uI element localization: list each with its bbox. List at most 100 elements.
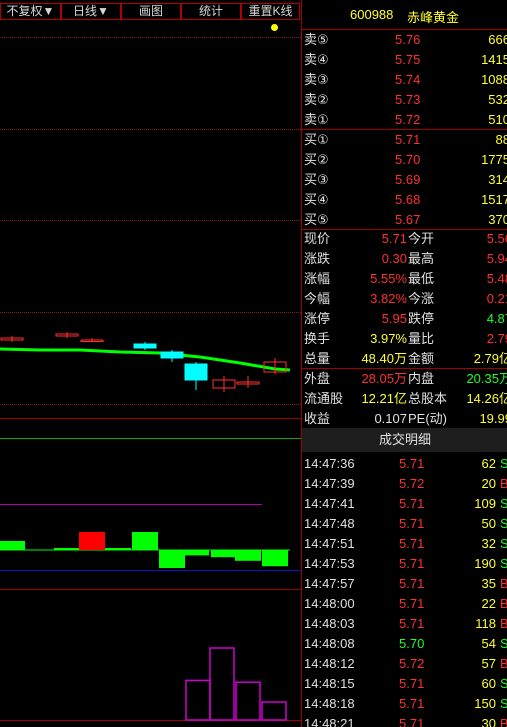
trade-row[interactable]: 14:48:03 5.71 118 B [302, 614, 507, 634]
stock-name: 赤峰黄金 [407, 10, 460, 25]
stat-value: 19.99 [479, 411, 507, 426]
order-label: 卖③ [304, 72, 329, 87]
trade-row[interactable]: 14:48:21 5.71 30 B [302, 714, 507, 727]
stat-label: 收益 [304, 411, 331, 426]
order-label: 买① [304, 132, 329, 147]
trade-volume: 22 [481, 596, 496, 611]
order-label: 卖② [304, 92, 329, 107]
trade-side: B [500, 474, 507, 494]
trade-row[interactable]: 14:47:53 5.71 190 S [302, 554, 507, 574]
trade-row[interactable]: 14:47:36 5.71 62 S [302, 454, 507, 474]
stock-code: 600988 [350, 7, 394, 22]
sell-level: 卖③ 5.74 1088 [302, 70, 507, 90]
trade-side: S [500, 534, 507, 554]
stat-row: 流通股 12.21亿总股本 14.26亿 [302, 389, 507, 409]
order-price: 5.68 [395, 192, 421, 207]
trade-volume: 60 [481, 676, 496, 691]
order-label: 卖⑤ [304, 32, 329, 47]
buy-level: 买⑤ 5.67 370 [302, 210, 507, 230]
sell-level: 卖① 5.72 510 [302, 110, 507, 130]
stat-label: 最高 [408, 251, 435, 266]
stat-value: 2.79 [486, 331, 507, 346]
trade-row[interactable]: 14:47:39 5.72 20 B [302, 474, 507, 494]
buy-level: 买④ 5.68 1517 [302, 190, 507, 210]
trade-volume: 57 [481, 656, 496, 671]
stat-value: 3.97% [370, 331, 407, 346]
stat-value: 3.82% [370, 291, 407, 306]
trades-title[interactable]: 成交明细 [302, 428, 507, 452]
order-volume: 1775 [481, 152, 507, 167]
sell-level: 卖⑤ 5.76 666 [302, 30, 507, 50]
candle-body [184, 363, 208, 381]
order-price: 5.70 [395, 152, 421, 167]
divider [302, 368, 507, 369]
trade-side: S [500, 514, 507, 534]
stat-value: 0.21 [486, 291, 507, 306]
trade-side: B [500, 594, 507, 614]
stat-label: 换手 [304, 331, 331, 346]
stat-value: 5.71 [381, 231, 407, 246]
trade-row[interactable]: 14:47:57 5.71 35 B [302, 574, 507, 594]
kline-chart-panel[interactable]: 不复权▼ 日线▼ 画图 统计 重置K线 [0, 0, 301, 727]
macd-bar [183, 550, 209, 556]
trade-time: 14:48:15 [304, 676, 355, 691]
trade-time: 14:47:51 [304, 536, 355, 551]
order-price: 5.69 [395, 172, 421, 187]
trade-time: 14:47:53 [304, 556, 355, 571]
volume-bar [185, 679, 211, 721]
stat-value: 2.79亿 [473, 351, 507, 366]
stat-value: 5.56 [486, 231, 507, 246]
stat-label: 量比 [408, 331, 435, 346]
stat-value: 28.05万 [361, 371, 407, 386]
stat-value: 0.107 [374, 411, 407, 426]
trade-row[interactable]: 14:47:48 5.71 50 S [302, 514, 507, 534]
macd-bar [54, 548, 80, 550]
trade-side: B [500, 574, 507, 594]
stat-label: 最低 [408, 271, 435, 286]
order-volume: 314 [488, 172, 507, 187]
trade-side: S [500, 694, 507, 714]
moving-average-line [0, 347, 291, 372]
stat-value: 5.95 [381, 311, 407, 326]
stat-row: 换手 3.97%量比 2.79 [302, 329, 507, 349]
buy-level: 买① 5.71 88 [302, 130, 507, 150]
trade-volume: 62 [481, 456, 496, 471]
trade-price: 5.71 [399, 616, 425, 631]
trade-price: 5.71 [399, 556, 425, 571]
buy-level: 买② 5.70 1775 [302, 150, 507, 170]
order-volume: 1517 [481, 192, 507, 207]
trade-row[interactable]: 14:48:08 5.70 54 S [302, 634, 507, 654]
order-price: 5.72 [395, 112, 421, 127]
trade-row[interactable]: 14:47:51 5.71 32 S [302, 534, 507, 554]
stat-row: 外盘 28.05万内盘 20.35万 [302, 369, 507, 389]
stat-row: 今幅 3.82%今涨 0.21 [302, 289, 507, 309]
trade-side: B [500, 614, 507, 634]
trade-row[interactable]: 14:48:15 5.71 60 S [302, 674, 507, 694]
trade-row[interactable]: 14:48:12 5.72 57 B [302, 654, 507, 674]
volume-bar [261, 701, 287, 721]
chart-canvas[interactable] [0, 0, 301, 727]
macd-bar [235, 550, 261, 561]
order-volume: 532 [488, 92, 507, 107]
stat-label: 现价 [304, 231, 331, 246]
trade-time: 14:48:21 [304, 716, 355, 727]
volume-bar [209, 647, 235, 721]
stat-label: 总股本 [408, 391, 448, 406]
trade-price: 5.70 [399, 636, 425, 651]
order-label: 买⑤ [304, 212, 329, 227]
sell-level: 卖④ 5.75 1415 [302, 50, 507, 70]
stat-row: 涨幅 5.55%最低 5.48 [302, 269, 507, 289]
trade-row[interactable]: 14:48:18 5.71 150 S [302, 694, 507, 714]
trade-time: 14:47:39 [304, 476, 355, 491]
trade-row[interactable]: 14:48:00 5.71 22 B [302, 594, 507, 614]
trade-price: 5.71 [399, 456, 425, 471]
trade-time: 14:47:57 [304, 576, 355, 591]
trade-volume: 190 [474, 556, 496, 571]
trade-volume: 54 [481, 636, 496, 651]
trade-row[interactable]: 14:47:41 5.71 109 S [302, 494, 507, 514]
trade-time: 14:47:36 [304, 456, 355, 471]
trade-price: 5.71 [399, 676, 425, 691]
stat-row: 涨停 5.95跌停 4.87 [302, 309, 507, 329]
order-price: 5.73 [395, 92, 421, 107]
candle-body [133, 343, 157, 349]
